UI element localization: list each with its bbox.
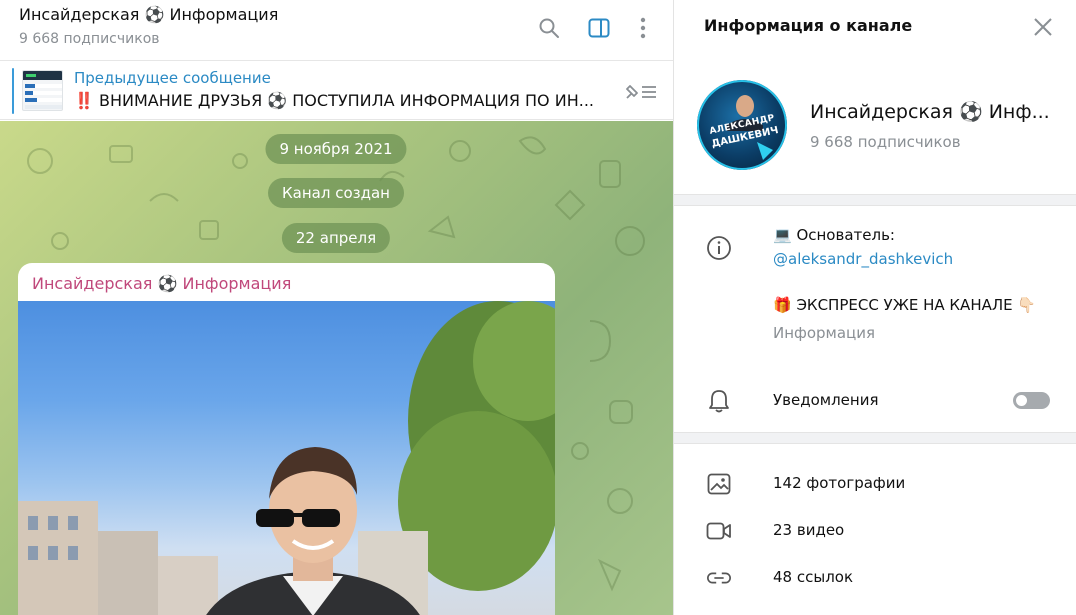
date-divider: 22 апреля <box>281 223 391 253</box>
pinned-indicator <box>12 68 14 114</box>
chat-background[interactable]: 9 ноября 2021 Канал создан 22 апреля Инс… <box>0 121 673 615</box>
message-photo[interactable] <box>18 301 555 615</box>
channel-name: Инсайдерская ⚽ Инф... <box>810 101 1050 123</box>
media-videos-label: 23 видео <box>773 521 845 539</box>
media-photos-label: 142 фотографии <box>773 474 906 492</box>
bell-icon <box>706 388 732 414</box>
link-icon <box>706 565 732 591</box>
more-vertical-icon[interactable] <box>629 14 657 42</box>
sidebar-toggle-icon[interactable] <box>585 14 613 42</box>
channel-subscriber-count: 9 668 подписчиков <box>810 133 961 151</box>
chat-subscriber-count: 9 668 подписчиков <box>19 31 160 47</box>
notifications-toggle[interactable] <box>1013 392 1050 409</box>
channel-info-panel: Информация о канале АЛЕКСАНДР ДАШКЕВИЧ И… <box>673 0 1076 615</box>
message-author[interactable]: Инсайдерская ⚽ Информация <box>32 274 291 293</box>
media-photos-row[interactable]: 142 фотографии <box>674 462 1076 506</box>
info-icon <box>706 235 732 261</box>
founder-username-link[interactable]: @aleksandr_dashkevich <box>773 250 953 268</box>
media-videos-row[interactable]: 23 видео <box>674 509 1076 553</box>
pinned-list-icon[interactable] <box>623 80 659 104</box>
pinned-text: ‼️ ВНИМАНИЕ ДРУЗЬЯ ⚽ ПОСТУПИЛА ИНФОРМАЦИ… <box>74 91 594 110</box>
chat-title[interactable]: Инсайдерская ⚽ Информация <box>19 5 278 24</box>
description-founder: 💻 Основатель: <box>773 226 895 244</box>
pinned-message-bar[interactable]: Предыдущее сообщение ‼️ ВНИМАНИЕ ДРУЗЬЯ … <box>0 62 673 120</box>
toggle-knob <box>1014 393 1029 408</box>
media-links-row[interactable]: 48 ссылок <box>674 556 1076 600</box>
description-caption: Информация <box>773 324 876 342</box>
chat-panel: Инсайдерская ⚽ Информация 9 668 подписчи… <box>0 0 673 615</box>
info-panel-title: Информация о канале <box>704 16 913 35</box>
description-express: 🎁 ЭКСПРЕСС УЖЕ НА КАНАЛЕ 👇🏻 <box>773 296 1037 314</box>
pinned-label: Предыдущее сообщение <box>74 69 271 87</box>
media-links-label: 48 ссылок <box>773 568 854 586</box>
service-message-created: Канал создан <box>268 178 404 208</box>
message-bubble[interactable]: Инсайдерская ⚽ Информация <box>18 263 555 615</box>
pinned-thumbnail <box>22 70 63 111</box>
channel-avatar[interactable]: АЛЕКСАНДР ДАШКЕВИЧ <box>697 80 787 170</box>
photo-icon <box>706 471 732 497</box>
section-divider <box>674 432 1076 444</box>
chat-header[interactable]: Инсайдерская ⚽ Информация 9 668 подписчи… <box>0 0 673 61</box>
date-divider: 9 ноября 2021 <box>265 134 407 164</box>
video-icon <box>706 518 732 544</box>
close-icon[interactable] <box>1030 14 1056 40</box>
notifications-label: Уведомления <box>773 391 879 409</box>
section-divider <box>674 194 1076 206</box>
search-icon[interactable] <box>535 14 563 42</box>
